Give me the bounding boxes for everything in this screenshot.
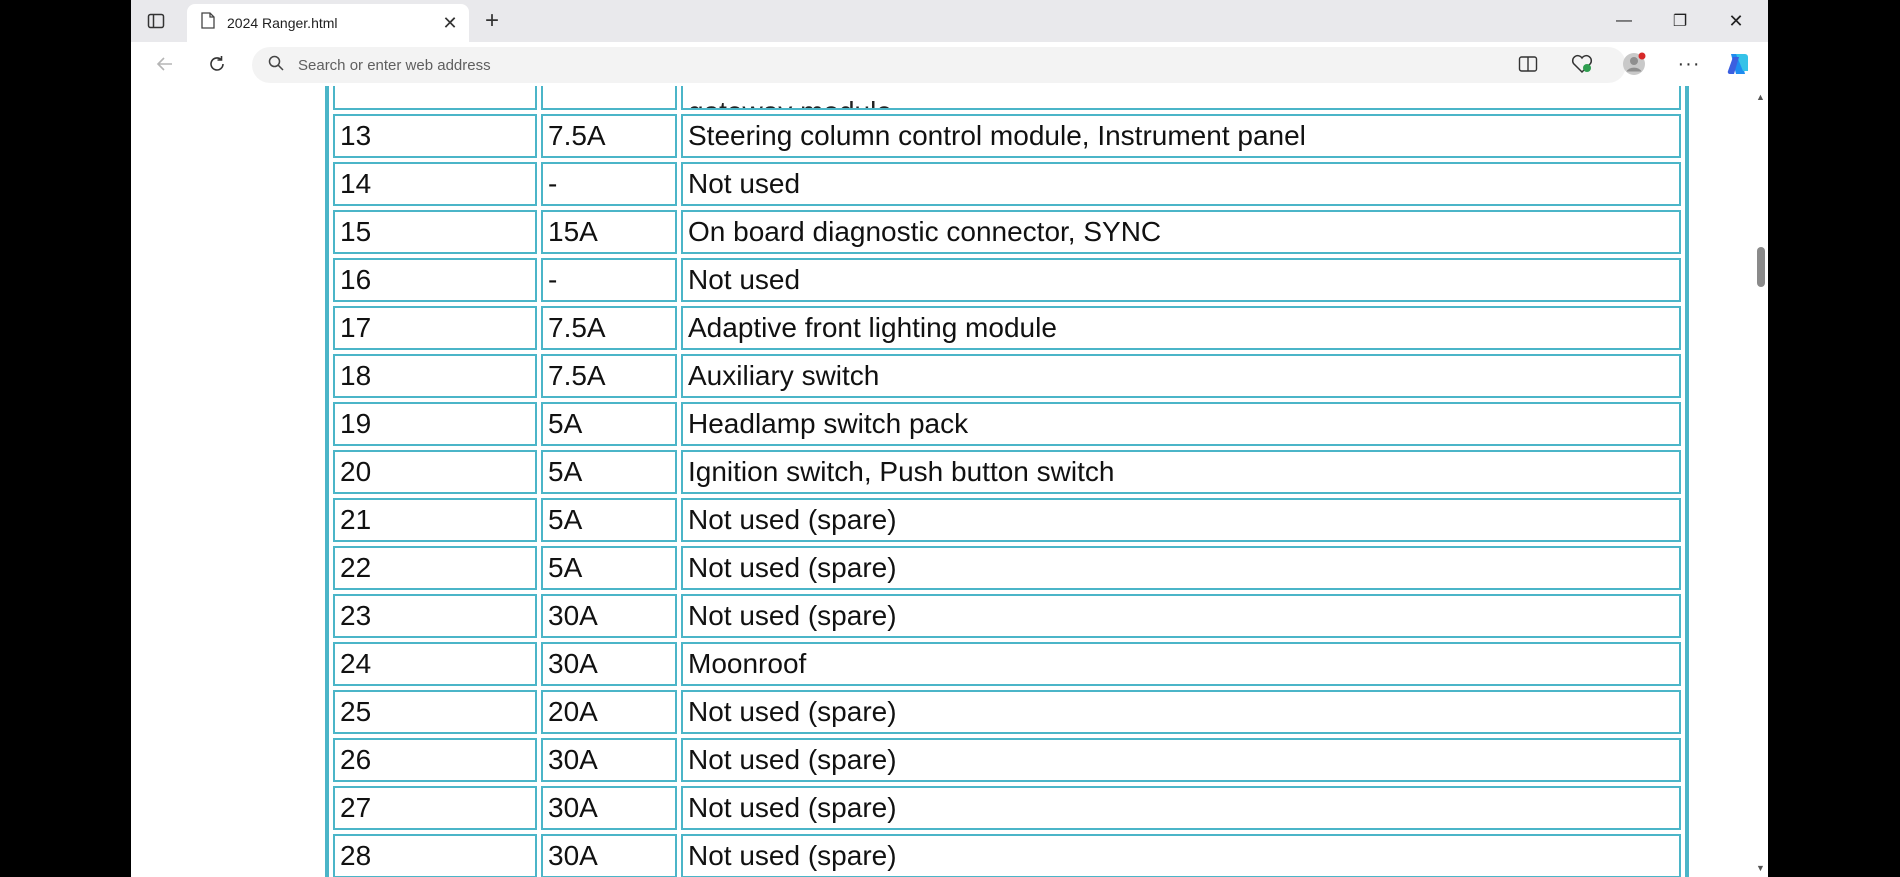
new-tab-button[interactable]: +: [477, 7, 507, 34]
search-icon: [268, 55, 284, 76]
table-cell-amp: 30A: [541, 642, 677, 686]
table-cell-fuse: 27: [333, 786, 537, 830]
table-cell-amp: -: [541, 162, 677, 206]
table-cell-fuse: 21: [333, 498, 537, 542]
table-cell-description: On board diagnostic connector, SYNC: [681, 210, 1681, 254]
toolbar: ···: [131, 42, 1768, 86]
tab-actions-icon[interactable]: [141, 8, 171, 34]
table-row: 19 5A Headlamp switch pack: [333, 402, 1681, 446]
fuse-table: gateway module 137.5ASteering column con…: [325, 86, 1689, 877]
table-cell-amp: 7.5A: [541, 354, 677, 398]
tab-title: 2024 Ranger.html: [227, 15, 338, 31]
table-row: 14- Not used: [333, 162, 1681, 206]
browser-essentials-icon[interactable]: [1566, 50, 1598, 78]
table-cell-fuse: 25: [333, 690, 537, 734]
window-close-button[interactable]: ✕: [1708, 0, 1764, 42]
table-cell-amp: 20A: [541, 690, 677, 734]
table-cell-amp: 30A: [541, 738, 677, 782]
minimize-button[interactable]: —: [1596, 0, 1652, 42]
table-cell-fuse: 13: [333, 114, 537, 158]
table-cell-amp: 7.5A: [541, 306, 677, 350]
table-row: 21 5A Not used (spare): [333, 498, 1681, 542]
table-cell-fuse: 14: [333, 162, 537, 206]
table-row: 17 7.5A Adaptive front lighting module: [333, 306, 1681, 350]
table-cell-fuse: 16: [333, 258, 537, 302]
profile-avatar[interactable]: [1618, 50, 1650, 78]
address-bar[interactable]: [252, 47, 1626, 83]
table-row: 26 30A Not used (spare): [333, 738, 1681, 782]
table-cell-fuse: 17: [333, 306, 537, 350]
table-cell-amp: -: [541, 258, 677, 302]
table-cell-amp: 5A: [541, 546, 677, 590]
scroll-up-arrow-icon[interactable]: ▲: [1753, 90, 1768, 104]
table-cell-fuse: 26: [333, 738, 537, 782]
table-row: 20 5A Ignition switch, Push button switch: [333, 450, 1681, 494]
page-icon: [201, 12, 215, 34]
table-row: 22 5A Not used (spare): [333, 546, 1681, 590]
table-row: 16- Not used: [333, 258, 1681, 302]
tab-active[interactable]: 2024 Ranger.html ✕: [187, 4, 469, 42]
back-icon[interactable]: [149, 50, 181, 78]
table-row-partial: gateway module: [333, 86, 1681, 110]
table-cell-fuse: 19: [333, 402, 537, 446]
table-cell-description: Headlamp switch pack: [681, 402, 1681, 446]
refresh-icon[interactable]: [201, 50, 233, 78]
table-cell-amp: 5A: [541, 450, 677, 494]
table-cell-amp: 30A: [541, 594, 677, 638]
close-tab-icon[interactable]: ✕: [437, 10, 463, 36]
vertical-scrollbar[interactable]: ▲ ▼: [1753, 86, 1768, 877]
table-cell-description: Not used (spare): [681, 834, 1681, 877]
table-cell-amp: 30A: [541, 786, 677, 830]
table-cell-fuse: 18: [333, 354, 537, 398]
table-row: 13 7.5A Steering column control module, In…: [333, 114, 1681, 158]
table-row: 24 30A Moonroof: [333, 642, 1681, 686]
scroll-down-arrow-icon[interactable]: ▼: [1753, 861, 1768, 875]
table-cell-description: gateway module: [681, 86, 1681, 110]
table-row: 18 7.5A Auxiliary switch: [333, 354, 1681, 398]
table-cell-amp: 30A: [541, 834, 677, 877]
table-row: 15 15A On board diagnostic connector, SYNC: [333, 210, 1681, 254]
table-cell-description: Not used (spare): [681, 498, 1681, 542]
table-cell-description: Steering column control module, Instrume…: [681, 114, 1681, 158]
table-cell-fuse: 28: [333, 834, 537, 877]
table-cell-description: Auxiliary switch: [681, 354, 1681, 398]
table-cell-fuse: 20: [333, 450, 537, 494]
address-input[interactable]: [298, 56, 1198, 74]
table-cell-fuse: 23: [333, 594, 537, 638]
table-cell-amp: 5A: [541, 402, 677, 446]
table-cell-description: Not used: [681, 258, 1681, 302]
table-cell-description: Not used: [681, 162, 1681, 206]
tab-strip: 2024 Ranger.html ✕ + — ❐ ✕: [131, 0, 1768, 42]
table-row: 27 30A Not used (spare): [333, 786, 1681, 830]
table-cell-description: Not used (spare): [681, 546, 1681, 590]
table-cell-description: Not used (spare): [681, 738, 1681, 782]
table-cell-amp: 5A: [541, 498, 677, 542]
table-cell-description: Not used (spare): [681, 594, 1681, 638]
table-row: 23 30A Not used (spare): [333, 594, 1681, 638]
table-cell-amp: 15A: [541, 210, 677, 254]
table-cell-description: Not used (spare): [681, 690, 1681, 734]
page-content: gateway module 137.5ASteering column con…: [131, 86, 1753, 877]
table-row: 25 20A Not used (spare): [333, 690, 1681, 734]
table-cell-fuse: 22: [333, 546, 537, 590]
table-cell-description: Not used (spare): [681, 786, 1681, 830]
restore-button[interactable]: ❐: [1652, 0, 1708, 42]
scrollbar-thumb[interactable]: [1757, 247, 1765, 287]
table-cell-description: Moonroof: [681, 642, 1681, 686]
browser-window: 2024 Ranger.html ✕ + — ❐ ✕ ···: [131, 0, 1768, 877]
copilot-icon[interactable]: [1722, 50, 1754, 78]
more-options-icon[interactable]: ···: [1673, 50, 1705, 78]
table-cell-fuse: 15: [333, 210, 537, 254]
table-cell-description: Ignition switch, Push button switch: [681, 450, 1681, 494]
table-cell-amp: 7.5A: [541, 114, 677, 158]
split-screen-icon[interactable]: [1512, 50, 1544, 78]
table-row: 28 30A Not used (spare): [333, 834, 1681, 877]
table-cell-fuse: 24: [333, 642, 537, 686]
table-cell-description: Adaptive front lighting module: [681, 306, 1681, 350]
